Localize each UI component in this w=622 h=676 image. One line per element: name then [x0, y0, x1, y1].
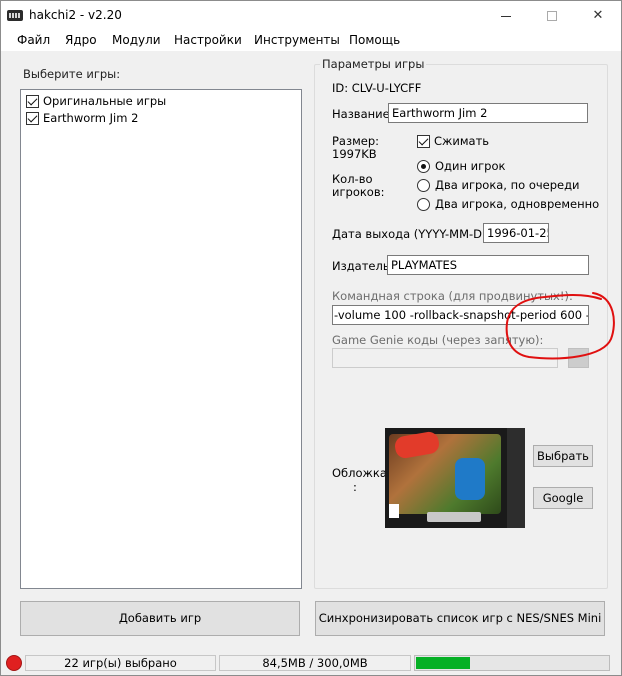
sync-games-button[interactable]: Синхронизировать список игр с NES/SNES M… [315, 601, 605, 636]
radio-label: Один игрок [435, 159, 506, 173]
storage-progress-fill [416, 657, 470, 669]
status-indicator-icon [6, 655, 22, 671]
game-genie-edit-button[interactable] [568, 348, 589, 368]
game-genie-label: Game Genie коды (через запятую): [332, 333, 544, 347]
storage-usage-status: 84,5MB / 300,0MB [219, 655, 411, 671]
list-item-earthworm-jim-2[interactable]: Earthworm Jim 2 [26, 111, 138, 127]
players-label-line2: игроков: [332, 185, 385, 199]
app-icon [7, 10, 23, 21]
maximize-icon [547, 11, 557, 21]
compress-label: Сжимать [434, 134, 490, 148]
close-icon: ✕ [592, 8, 604, 23]
storage-progress-bar [414, 655, 610, 671]
release-date-label: Дата выхода (YYYY-MM-DD): [332, 227, 500, 241]
games-list-label: Выберите игры: [23, 67, 121, 81]
radio-button[interactable] [417, 160, 430, 173]
cover-side-strip [507, 428, 525, 528]
selected-count-status: 22 игр(ы) выбрано [25, 655, 216, 671]
radio-label: Два игрока, одновременно [435, 197, 600, 211]
cover-label: Обложка [332, 466, 387, 480]
cover-rating-icon [389, 504, 399, 518]
list-item-label: Earthworm Jim 2 [43, 111, 139, 125]
cover-label-colon: : [353, 480, 357, 494]
minimize-button[interactable] [483, 1, 529, 31]
radio-button[interactable] [417, 198, 430, 211]
add-games-button[interactable]: Добавить игр [20, 601, 300, 636]
game-genie-input[interactable] [332, 348, 558, 368]
menu-tools[interactable]: Инструменты [254, 33, 340, 47]
title-bar: hakchi2 - v2.20 ✕ [1, 1, 621, 31]
cmdline-label: Командная строка (для продвинутых!): [332, 289, 573, 303]
publisher-label: Издатель: [332, 259, 394, 273]
compress-checkbox[interactable] [417, 135, 430, 148]
menu-modules[interactable]: Модули [112, 33, 161, 47]
radio-label: Два игрока, по очереди [435, 178, 580, 192]
game-id: ID: CLV-U-LYCFF [332, 81, 422, 95]
earthworm-jim-2-checkbox[interactable] [26, 112, 39, 125]
size-label: Размер: [332, 134, 380, 148]
menu-file[interactable]: Файл [17, 33, 50, 47]
list-item-original-games[interactable]: Оригинальные игры [26, 94, 166, 110]
compress-option[interactable]: Сжимать [417, 134, 489, 148]
window-title: hakchi2 - v2.20 [29, 8, 122, 22]
radio-button[interactable] [417, 179, 430, 192]
maximize-button[interactable] [529, 1, 575, 31]
radio-one-player[interactable]: Один игрок [417, 159, 505, 173]
radio-two-players-simultaneous[interactable]: Два игрока, одновременно [417, 197, 599, 211]
original-games-checkbox[interactable] [26, 95, 39, 108]
publisher-input[interactable]: PLAYMATES [387, 255, 589, 275]
release-date-input[interactable]: 1996-01-25 [483, 223, 549, 243]
minimize-icon [501, 16, 511, 17]
cmdline-input[interactable]: -volume 100 -rollback-snapshot-period 60… [332, 305, 589, 325]
radio-two-players-alternate[interactable]: Два игрока, по очереди [417, 178, 580, 192]
name-label: Название: [332, 107, 394, 121]
cover-art-number [455, 458, 485, 500]
close-button[interactable]: ✕ [575, 1, 621, 31]
main-window: hakchi2 - v2.20 ✕ Файл Ядро Модули Настр… [0, 0, 622, 676]
google-cover-button[interactable]: Google [533, 487, 593, 509]
menu-core[interactable]: Ядро [65, 33, 97, 47]
menu-bar: Файл Ядро Модули Настройки Инструменты П… [1, 31, 621, 51]
browse-cover-button[interactable]: Выбрать [533, 445, 593, 467]
list-item-label: Оригинальные игры [43, 94, 167, 108]
menu-settings[interactable]: Настройки [174, 33, 242, 47]
games-list[interactable]: Оригинальные игры Earthworm Jim 2 [20, 89, 302, 589]
menu-help[interactable]: Помощь [349, 33, 400, 47]
size-value: 1997KB [332, 147, 377, 161]
name-input[interactable]: Earthworm Jim 2 [388, 103, 588, 123]
players-label-line1: Кол-во [332, 172, 373, 186]
game-params-title: Параметры игры [320, 57, 427, 71]
cover-image[interactable] [385, 428, 525, 528]
cover-console-badge [427, 512, 481, 522]
